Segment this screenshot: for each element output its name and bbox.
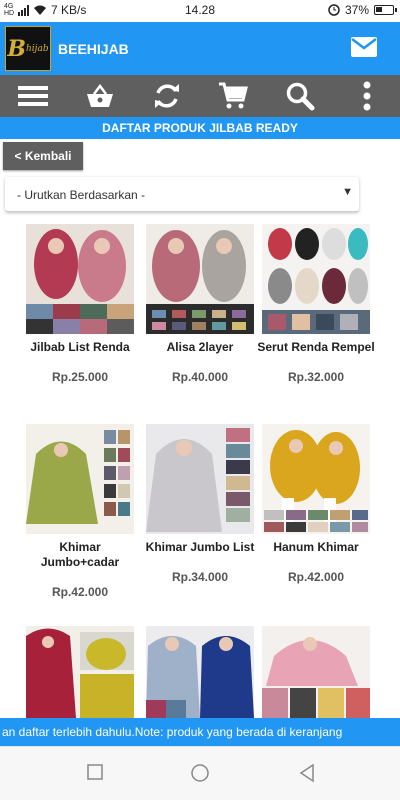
back-button[interactable]: < Kembali bbox=[3, 142, 83, 170]
product-name: Jilbab List Renda bbox=[30, 340, 130, 354]
product-image[interactable] bbox=[26, 626, 134, 718]
sort-dropdown[interactable]: - Urutkan Berdasarkan - ▼ bbox=[5, 177, 359, 212]
product-image[interactable] bbox=[262, 224, 370, 334]
app-header: B hijab BEEHIJAB bbox=[0, 22, 400, 75]
system-nav-bar bbox=[0, 746, 400, 800]
product-image[interactable] bbox=[146, 224, 254, 334]
logo-text: hijab bbox=[26, 43, 49, 54]
page-banner: DAFTAR PRODUK JILBAB READY bbox=[0, 117, 400, 139]
product-image[interactable] bbox=[262, 626, 370, 718]
cart-button[interactable] bbox=[213, 79, 253, 113]
more-vertical-icon bbox=[363, 81, 371, 111]
app-logo: B hijab bbox=[5, 26, 51, 71]
product-image[interactable] bbox=[262, 424, 370, 534]
battery-icon bbox=[374, 5, 397, 15]
product-name: Khimar Jumbo+cadar bbox=[40, 540, 120, 569]
envelope-icon[interactable] bbox=[350, 36, 378, 58]
back-nav-icon[interactable] bbox=[298, 763, 316, 783]
sort-selected: - Urutkan Berdasarkan - bbox=[17, 188, 146, 202]
product-image[interactable] bbox=[26, 424, 134, 534]
status-bar: 4G HD 7 KB/s 14.28 37% bbox=[0, 0, 400, 22]
alarm-icon bbox=[328, 4, 340, 16]
product-name: Alisa 2layer bbox=[166, 340, 234, 354]
cart-icon bbox=[219, 82, 249, 109]
product-price: Rp.40.000 bbox=[171, 370, 229, 384]
search-icon bbox=[286, 82, 315, 111]
app-title: BEEHIJAB bbox=[58, 41, 129, 57]
logo-letter: B bbox=[7, 35, 26, 62]
refresh-button[interactable] bbox=[147, 79, 187, 113]
chevron-down-icon: ▼ bbox=[342, 186, 353, 198]
product-price: Rp.32.000 bbox=[287, 370, 345, 384]
product-price: Rp.34.000 bbox=[171, 570, 229, 584]
product-name: Hanum Khimar bbox=[273, 540, 359, 554]
menu-button[interactable] bbox=[13, 79, 53, 113]
product-price: Rp.42.000 bbox=[51, 585, 109, 599]
status-right: 37% bbox=[328, 3, 397, 17]
battery-percent: 37% bbox=[344, 3, 369, 17]
recent-apps-icon[interactable] bbox=[86, 763, 104, 781]
basket-button[interactable] bbox=[80, 79, 120, 113]
more-button[interactable] bbox=[347, 79, 387, 113]
toolbar bbox=[0, 75, 400, 117]
product-name: Serut Renda Rempel bbox=[257, 340, 375, 354]
product-price: Rp.42.000 bbox=[287, 570, 345, 584]
product-price: Rp.25.000 bbox=[51, 370, 109, 384]
menu-icon bbox=[18, 86, 49, 106]
search-button[interactable] bbox=[280, 79, 320, 113]
product-name: Khimar Jumbo List bbox=[145, 540, 255, 554]
home-icon[interactable] bbox=[190, 763, 210, 783]
product-image[interactable] bbox=[26, 224, 134, 334]
product-image[interactable] bbox=[146, 424, 254, 534]
info-marquee: an daftar terlebih dahulu.Note: produk y… bbox=[0, 718, 400, 746]
refresh-icon bbox=[154, 84, 179, 108]
basket-icon bbox=[86, 84, 113, 107]
product-image[interactable] bbox=[146, 626, 254, 718]
